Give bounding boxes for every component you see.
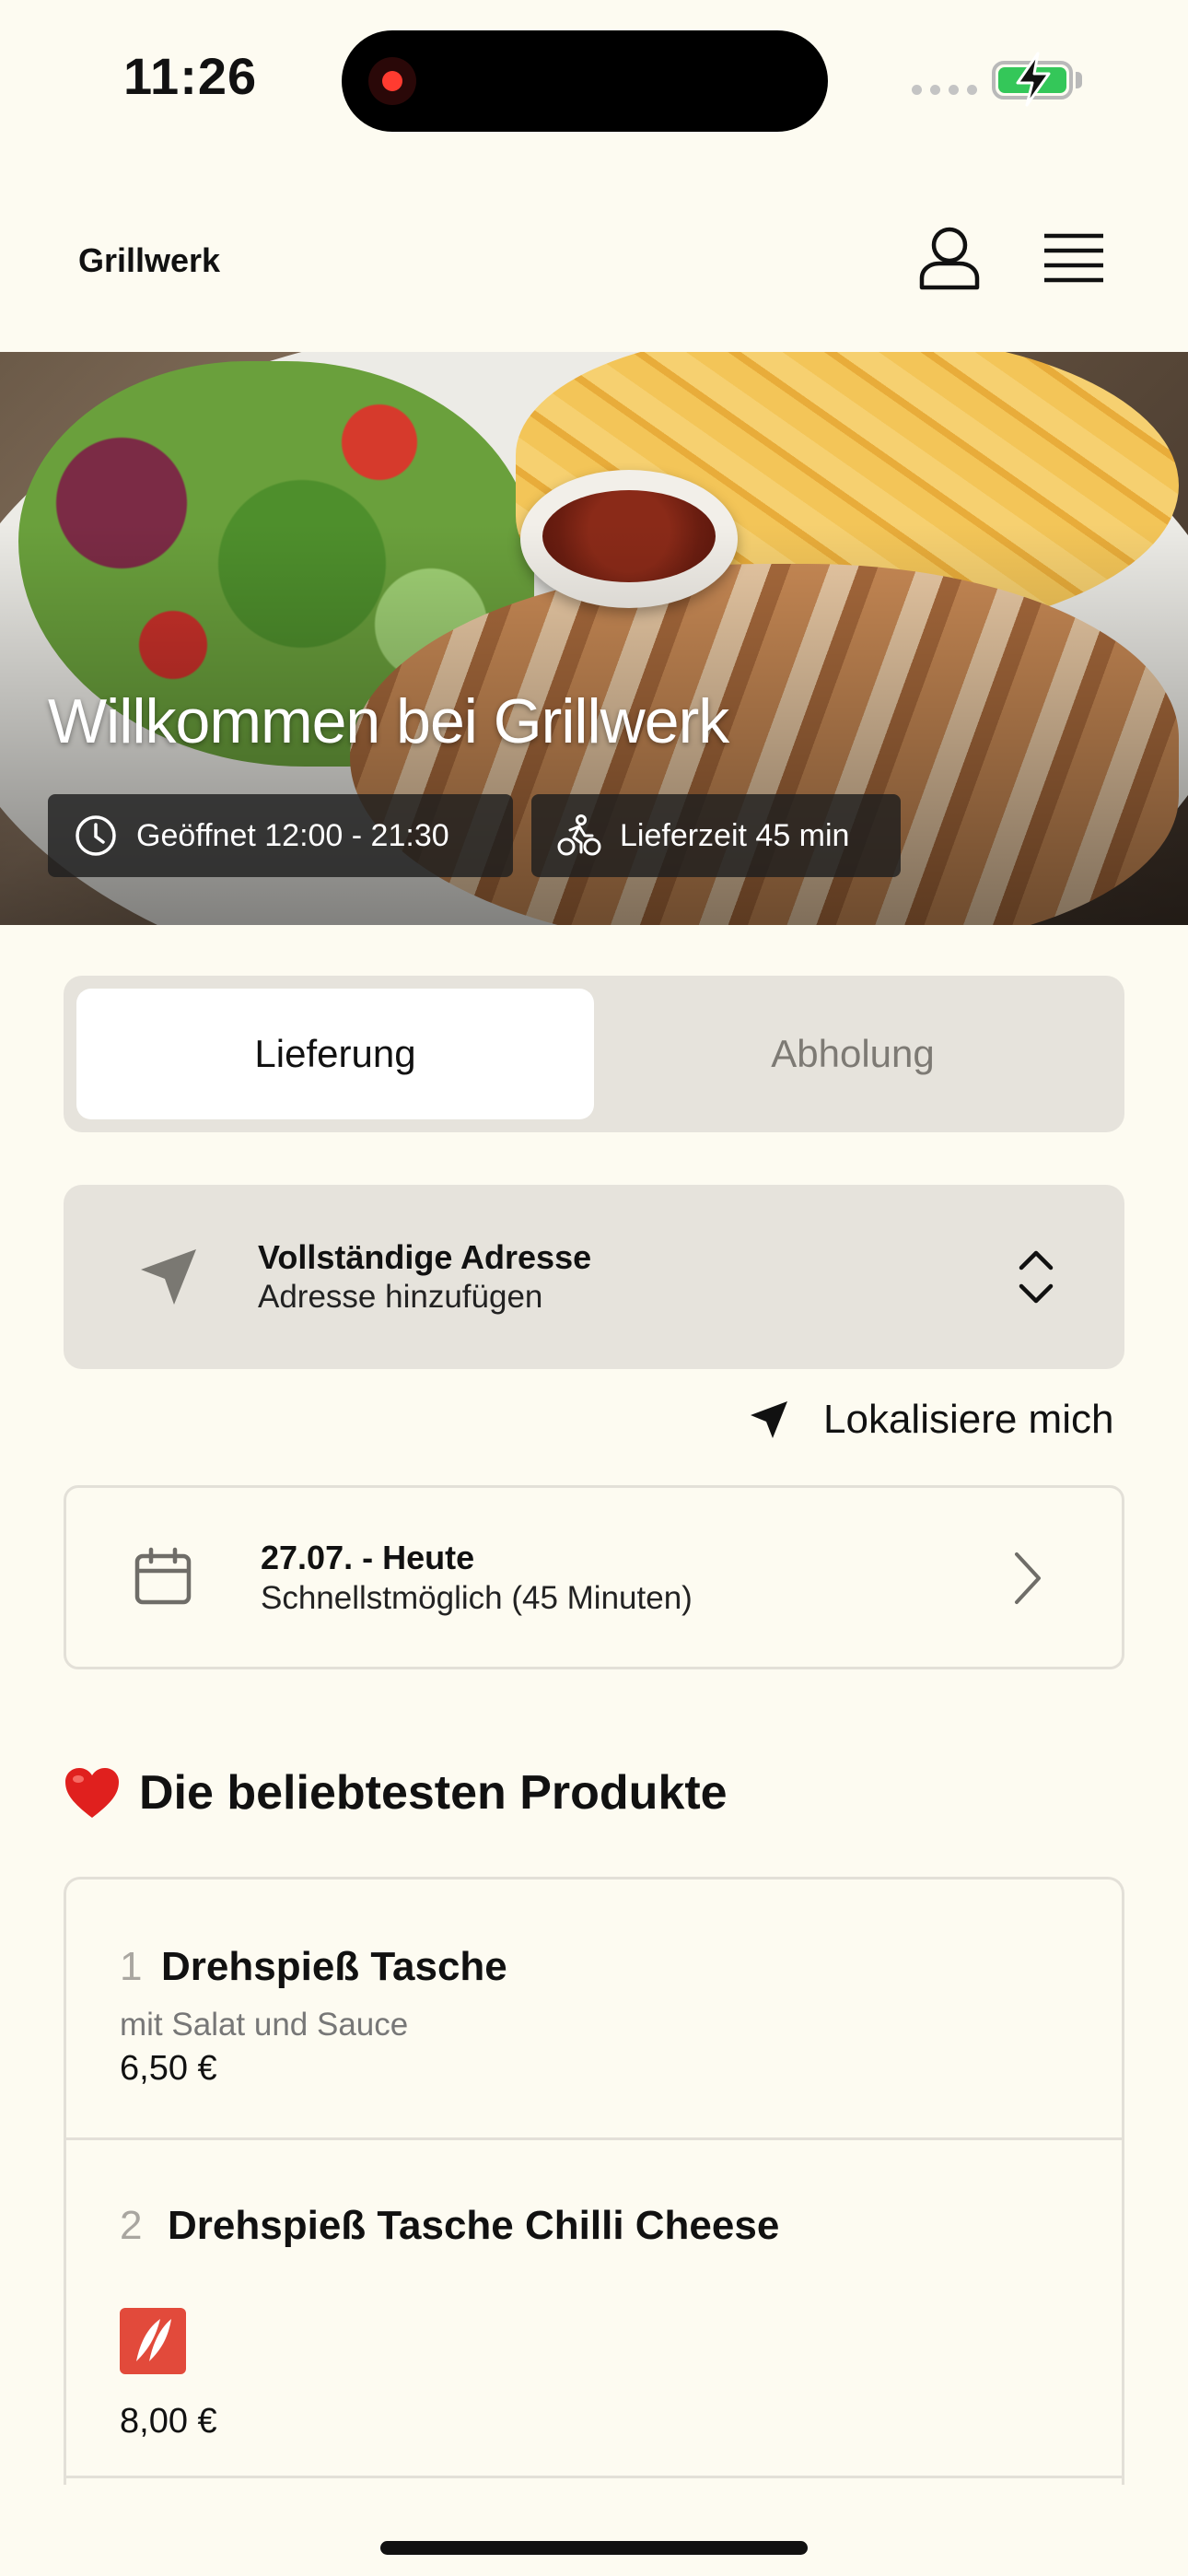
order-mode-toggle: Lieferung Abholung xyxy=(64,976,1124,1132)
address-selector[interactable]: Vollständige Adresse Adresse hinzufügen xyxy=(64,1185,1124,1369)
product-description: mit Salat und Sauce xyxy=(120,2007,409,2043)
address-subtitle: Adresse hinzufügen xyxy=(258,1279,543,1315)
bike-delivery-icon xyxy=(557,814,601,856)
product-list: 1 Drehspieß Tasche mit Salat und Sauce 6… xyxy=(64,1877,1124,2485)
delivery-time-selector[interactable]: 27.07. - Heute Schnellstmöglich (45 Minu… xyxy=(64,1485,1124,1669)
chili-icon xyxy=(136,2319,171,2361)
navigation-arrow-icon xyxy=(141,1249,196,1305)
product-name: Drehspieß Tasche xyxy=(161,1944,507,1989)
charging-bolt-icon xyxy=(1016,52,1051,107)
pickup-tab[interactable]: Abholung xyxy=(594,989,1112,1119)
hero-banner: Willkommen bei Grillwerk Geöffnet 12:00 … xyxy=(0,352,1188,925)
opening-hours-badge: Geöffnet 12:00 - 21:30 xyxy=(48,794,513,877)
locate-me-button[interactable]: Lokalisiere mich xyxy=(748,1397,1113,1443)
product-price: 8,00 € xyxy=(120,2402,217,2441)
clock-icon xyxy=(76,815,116,856)
popular-products-heading: Die beliebtesten Produkte xyxy=(64,1765,728,1821)
menu-icon[interactable] xyxy=(1042,230,1105,286)
address-title: Vollständige Adresse xyxy=(258,1238,592,1276)
popular-products-title: Die beliebtesten Produkte xyxy=(139,1766,728,1820)
battery-cap xyxy=(1076,72,1082,88)
delivery-time-badge: Lieferzeit 45 min xyxy=(531,794,901,877)
delivery-tab[interactable]: Lieferung xyxy=(76,989,594,1119)
product-item[interactable]: 1 Drehspieß Tasche mit Salat und Sauce 6… xyxy=(66,1879,1122,2140)
status-bar: 11:26 xyxy=(0,0,1188,161)
home-indicator[interactable] xyxy=(380,2541,808,2555)
spicy-badge xyxy=(120,2308,186,2374)
product-price: 6,50 € xyxy=(120,2049,217,2088)
calendar-icon xyxy=(134,1547,192,1605)
product-item[interactable]: 2 Drehspieß Tasche Chilli Cheese 8,00 € xyxy=(66,2140,1122,2478)
date-title: 27.07. - Heute xyxy=(261,1539,475,1576)
heart-icon xyxy=(65,1768,119,1818)
user-icon[interactable] xyxy=(917,225,982,291)
locate-me-label: Lokalisiere mich xyxy=(823,1397,1114,1442)
hero-title: Willkommen bei Grillwerk xyxy=(48,686,729,756)
chevron-right-icon xyxy=(1015,1552,1041,1604)
product-number: 1 xyxy=(120,1944,143,1989)
delivery-time-text: Lieferzeit 45 min xyxy=(620,817,850,853)
status-time: 11:26 xyxy=(123,47,258,105)
opening-hours-text: Geöffnet 12:00 - 21:30 xyxy=(136,817,449,853)
product-number: 2 xyxy=(120,2203,143,2248)
brand-name[interactable]: Grillwerk xyxy=(78,241,220,280)
chevron-up-down-icon xyxy=(1019,1250,1054,1304)
date-subtitle: Schnellstmöglich (45 Minuten) xyxy=(261,1580,693,1616)
recording-indicator-icon xyxy=(368,57,416,105)
location-arrow-icon xyxy=(751,1401,787,1438)
product-name: Drehspieß Tasche Chilli Cheese xyxy=(168,2203,780,2248)
signal-icon xyxy=(912,85,977,95)
